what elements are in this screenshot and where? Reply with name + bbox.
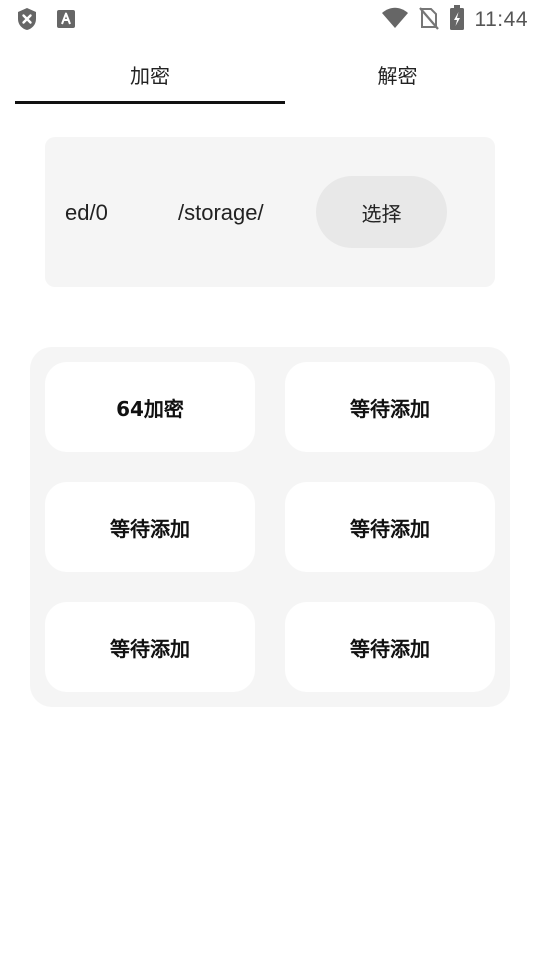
select-file-button[interactable]: 选择 — [316, 176, 447, 248]
no-sim-icon — [418, 6, 439, 34]
text-a-icon — [56, 9, 76, 33]
file-path-card: ed/0 /storage/ 选择 — [45, 137, 495, 287]
status-icons-left — [16, 7, 76, 35]
grid-button-placeholder[interactable]: 等待添加 — [45, 602, 255, 692]
grid-button-placeholder[interactable]: 等待添加 — [285, 602, 495, 692]
grid-button-base64-encrypt[interactable]: 64加密 — [45, 362, 255, 452]
function-grid: 64加密 等待添加 等待添加 等待添加 等待添加 等待添加 — [30, 347, 510, 707]
grid-button-placeholder[interactable]: 等待添加 — [285, 482, 495, 572]
status-time: 11:44 — [474, 8, 528, 31]
tab-encrypt[interactable]: 加密 — [15, 44, 285, 104]
tab-indicator — [15, 101, 285, 104]
tab-bar: 加密 解密 — [0, 44, 540, 106]
battery-charging-icon — [449, 5, 465, 35]
shield-x-icon — [16, 7, 38, 35]
grid-button-placeholder[interactable]: 等待添加 — [45, 482, 255, 572]
wifi-icon — [381, 7, 409, 33]
status-bar: 11:44 — [0, 0, 540, 36]
tab-decrypt[interactable]: 解密 — [270, 44, 525, 104]
grid-button-placeholder[interactable]: 等待添加 — [285, 362, 495, 452]
path-text-segment: ed/0 — [65, 200, 108, 225]
status-icons-right: 11:44 — [381, 5, 529, 35]
path-text-segment-storage: /storage/ — [178, 200, 264, 225]
